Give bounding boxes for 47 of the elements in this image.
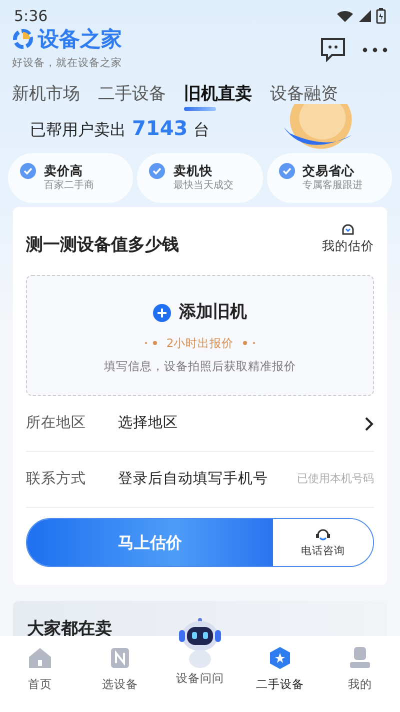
add-device-button[interactable]: 添加旧机 bbox=[153, 300, 247, 326]
logo-icon bbox=[12, 28, 34, 50]
banner-unit: 台 bbox=[194, 120, 210, 140]
device-icon bbox=[108, 646, 132, 670]
star-icon bbox=[268, 646, 292, 670]
check-icon bbox=[149, 163, 166, 180]
card-title: 测一测设备值多少钱 bbox=[26, 234, 179, 258]
app-name: 设备之家 bbox=[38, 28, 122, 50]
sold-count: 7143 bbox=[132, 116, 188, 140]
tab[interactable]: 新机市场 bbox=[12, 82, 80, 114]
feature-title: 卖机快 bbox=[173, 163, 214, 178]
tab[interactable]: 旧机直卖 bbox=[184, 82, 252, 114]
tab[interactable]: 二手设备 bbox=[98, 82, 166, 114]
check-icon bbox=[20, 163, 36, 180]
feature-subtitle: 百家二手商 bbox=[44, 178, 94, 194]
slogan-text: 好设备，就在设备之家 bbox=[12, 56, 122, 71]
chevron-right-icon bbox=[364, 416, 374, 432]
tab[interactable]: 设备融资 bbox=[270, 82, 338, 114]
quote-time-note: 2小时出报价 bbox=[166, 334, 234, 352]
plus-icon bbox=[153, 304, 171, 322]
status-time: 5:36 bbox=[14, 6, 48, 27]
feature-subtitle: 最快当天成交 bbox=[173, 178, 234, 194]
home-icon bbox=[28, 646, 52, 670]
nav-item[interactable]: 设备问问 bbox=[160, 616, 240, 712]
region-select[interactable]: 选择地区 bbox=[118, 412, 374, 434]
phone-field: 登录后自动填写手机号 bbox=[118, 468, 297, 490]
field-label: 所在地区 bbox=[26, 414, 87, 433]
user-icon bbox=[348, 646, 372, 670]
nav-item[interactable]: 我的 bbox=[320, 636, 400, 712]
more-icon bbox=[362, 46, 388, 54]
field-note: 已使用本机号码 bbox=[297, 471, 374, 488]
dots-icon bbox=[144, 341, 158, 346]
feature-subtitle: 专属客服跟进 bbox=[302, 178, 363, 194]
field-label: 联系方式 bbox=[26, 470, 87, 489]
hint-text: 填写信息，设备拍照后获取精准报价 bbox=[103, 358, 297, 375]
feature-title: 卖价高 bbox=[44, 163, 84, 178]
check-icon bbox=[278, 163, 295, 180]
my-estimates-button[interactable]: 我的估价 bbox=[322, 221, 374, 256]
feature-title: 交易省心 bbox=[302, 163, 356, 178]
message-icon bbox=[320, 36, 346, 62]
signal-icon bbox=[358, 9, 372, 23]
message-button[interactable] bbox=[320, 36, 346, 62]
wifi-icon bbox=[336, 9, 354, 23]
banner-text: 已帮用户卖出 bbox=[30, 120, 126, 140]
dots-icon bbox=[242, 341, 256, 346]
nav-item[interactable]: 二手设备 bbox=[240, 636, 320, 712]
battery-icon bbox=[376, 8, 386, 24]
